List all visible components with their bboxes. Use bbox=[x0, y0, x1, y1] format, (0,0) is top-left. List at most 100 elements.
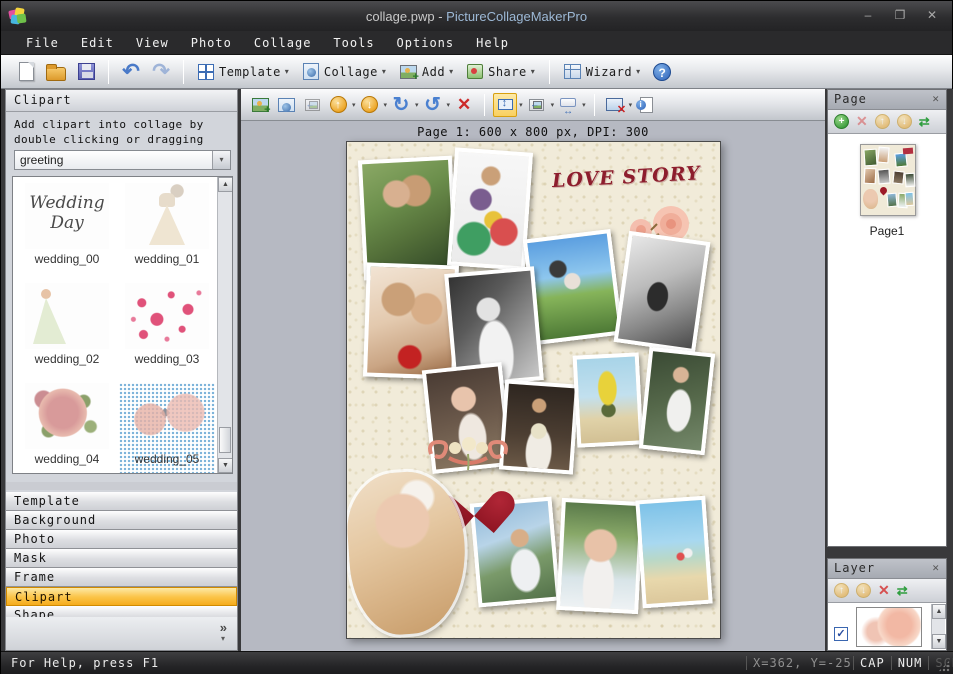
chevron-down-icon: ▾ bbox=[382, 67, 386, 76]
share-button[interactable]: Share ▾ bbox=[462, 59, 540, 85]
add-button[interactable]: Add ▾ bbox=[395, 59, 458, 85]
chevron-down-icon[interactable]: ▾ bbox=[519, 101, 523, 109]
redo-button[interactable]: ↷ bbox=[148, 59, 174, 85]
collage-photo-bride-smiling[interactable] bbox=[556, 498, 644, 614]
main-toolbar: ↶ ↷ Template ▾ Collage ▾ Add ▾ Share ▾ W… bbox=[1, 55, 952, 89]
clipart-item[interactable]: wedding_01 bbox=[119, 183, 215, 266]
menu-options[interactable]: Options bbox=[386, 36, 466, 50]
swap-photo-button[interactable] bbox=[248, 93, 272, 117]
scrollbar-thumb[interactable] bbox=[219, 427, 231, 453]
delete-button[interactable]: ✕ bbox=[452, 93, 476, 117]
chevron-down-icon[interactable]: ▾ bbox=[352, 101, 356, 109]
collage-photo-man-yellow-beach[interactable] bbox=[573, 352, 644, 447]
open-button[interactable] bbox=[43, 59, 69, 85]
chevron-down-icon[interactable]: ▾ bbox=[582, 101, 586, 109]
send-backward-button[interactable]: ↓ bbox=[358, 93, 382, 117]
panel-splitter[interactable] bbox=[6, 482, 237, 490]
delete-page-button[interactable]: ✕ bbox=[856, 114, 868, 129]
more-chevron-icon[interactable]: » bbox=[220, 620, 227, 635]
category-template[interactable]: Template bbox=[6, 492, 237, 511]
delete-icon: ✕ bbox=[457, 95, 471, 115]
refresh-layers-icon[interactable]: ⇄ bbox=[897, 583, 908, 599]
help-button[interactable]: ? bbox=[649, 59, 675, 85]
crop-button[interactable] bbox=[300, 93, 324, 117]
swirl-clipart[interactable] bbox=[425, 434, 511, 476]
scroll-down-icon[interactable]: ▼ bbox=[218, 458, 233, 473]
clipart-item[interactable]: wedding_04 bbox=[19, 383, 115, 466]
delete-layer-button[interactable]: ✕ bbox=[878, 583, 890, 598]
menu-photo[interactable]: Photo bbox=[180, 36, 243, 50]
move-page-down-button[interactable]: ↓ bbox=[897, 114, 912, 129]
clipart-item[interactable]: Wedding Day wedding_00 bbox=[19, 183, 115, 266]
chevron-down-icon[interactable]: ▾ bbox=[551, 101, 555, 109]
menu-tools[interactable]: Tools bbox=[322, 36, 385, 50]
layer-thumbnail[interactable] bbox=[856, 607, 922, 647]
save-button[interactable] bbox=[73, 59, 99, 85]
add-photo-frame-button[interactable] bbox=[274, 93, 298, 117]
menu-help[interactable]: Help bbox=[465, 36, 520, 50]
share-icon bbox=[467, 64, 483, 79]
undo-button[interactable]: ↶ bbox=[118, 59, 144, 85]
chevron-down-icon: ▾ bbox=[449, 67, 453, 76]
clipart-item-selected[interactable]: wedding_05 bbox=[119, 383, 215, 474]
collage-photo-bw-kneeling-man[interactable] bbox=[614, 231, 711, 353]
category-overflow[interactable]: » ▾ bbox=[6, 617, 237, 650]
distribute-button-active[interactable] bbox=[493, 93, 517, 117]
scroll-down-icon[interactable]: ▼ bbox=[932, 634, 946, 649]
remove-background-button[interactable] bbox=[603, 93, 627, 117]
category-mask[interactable]: Mask bbox=[6, 549, 237, 568]
clipart-label: wedding_01 bbox=[119, 252, 215, 266]
chevron-down-icon[interactable]: ▾ bbox=[447, 101, 451, 109]
scroll-up-icon[interactable]: ▲ bbox=[218, 177, 233, 192]
layer-down-button[interactable]: ↓ bbox=[856, 583, 871, 598]
collage-photo-shopping-couple[interactable] bbox=[447, 147, 533, 270]
rotate-ccw-button[interactable]: ↺ bbox=[421, 93, 445, 117]
close-button[interactable]: ✕ bbox=[922, 7, 942, 23]
category-photo[interactable]: Photo bbox=[6, 530, 237, 549]
refresh-pages-icon[interactable]: ⇄ bbox=[919, 114, 930, 130]
template-button[interactable]: Template ▾ bbox=[193, 59, 294, 85]
collage-photo-bride-gloves[interactable] bbox=[639, 347, 715, 455]
clipart-item[interactable]: wedding_02 bbox=[19, 283, 115, 366]
new-button[interactable] bbox=[13, 59, 39, 85]
clipart-category-select[interactable]: greeting ▾ bbox=[14, 150, 231, 170]
chevron-down-icon[interactable]: ▾ bbox=[415, 101, 419, 109]
layer-scrollbar[interactable]: ▲ ▼ bbox=[931, 604, 945, 649]
redo-icon: ↷ bbox=[152, 62, 170, 82]
scroll-up-icon[interactable]: ▲ bbox=[932, 604, 946, 619]
collage-button[interactable]: Collage ▾ bbox=[298, 59, 391, 85]
clipart-grid: Wedding Day wedding_00 wedding_01 weddin… bbox=[12, 176, 233, 474]
layer-up-button[interactable]: ↑ bbox=[834, 583, 849, 598]
collage-photo-couple-beach-walk[interactable] bbox=[635, 496, 712, 609]
category-clipart-active[interactable]: Clipart bbox=[6, 587, 237, 606]
clipart-item[interactable]: wedding_03 bbox=[119, 283, 215, 366]
clipart-thumb-wedding00: Wedding Day bbox=[25, 183, 109, 249]
align-button[interactable] bbox=[525, 93, 549, 117]
minimize-button[interactable]: – bbox=[858, 7, 878, 23]
close-icon[interactable]: ✕ bbox=[932, 561, 940, 578]
menu-view[interactable]: View bbox=[125, 36, 180, 50]
move-page-up-button[interactable]: ↑ bbox=[875, 114, 890, 129]
category-frame[interactable]: Frame bbox=[6, 568, 237, 587]
bring-forward-button[interactable]: ↑ bbox=[326, 93, 350, 117]
collage-page[interactable]: LOVE STORY bbox=[346, 141, 721, 639]
wizard-button[interactable]: Wizard ▾ bbox=[559, 59, 645, 85]
align-left-icon bbox=[529, 99, 544, 111]
chevron-down-icon[interactable]: ▾ bbox=[384, 101, 388, 109]
properties-button[interactable] bbox=[634, 93, 658, 117]
layer-visibility-checkbox[interactable]: ✓ bbox=[834, 627, 848, 641]
rotate-cw-button[interactable]: ↻ bbox=[389, 93, 413, 117]
menu-edit[interactable]: Edit bbox=[70, 36, 125, 50]
resize-button[interactable] bbox=[556, 93, 580, 117]
page-thumbnail[interactable] bbox=[860, 144, 916, 216]
close-icon[interactable]: ✕ bbox=[932, 92, 940, 109]
category-background[interactable]: Background bbox=[6, 511, 237, 530]
menu-file[interactable]: File bbox=[15, 36, 70, 50]
menu-collage[interactable]: Collage bbox=[243, 36, 323, 50]
love-story-text[interactable]: LOVE STORY bbox=[552, 162, 713, 192]
add-page-button[interactable]: + bbox=[834, 114, 849, 129]
combo-dropdown-icon[interactable]: ▾ bbox=[212, 151, 230, 169]
chevron-down-icon[interactable]: ▾ bbox=[629, 101, 633, 109]
maximize-button[interactable]: ❐ bbox=[890, 7, 910, 23]
clipart-scrollbar[interactable]: ▲ ▼ bbox=[217, 177, 232, 473]
